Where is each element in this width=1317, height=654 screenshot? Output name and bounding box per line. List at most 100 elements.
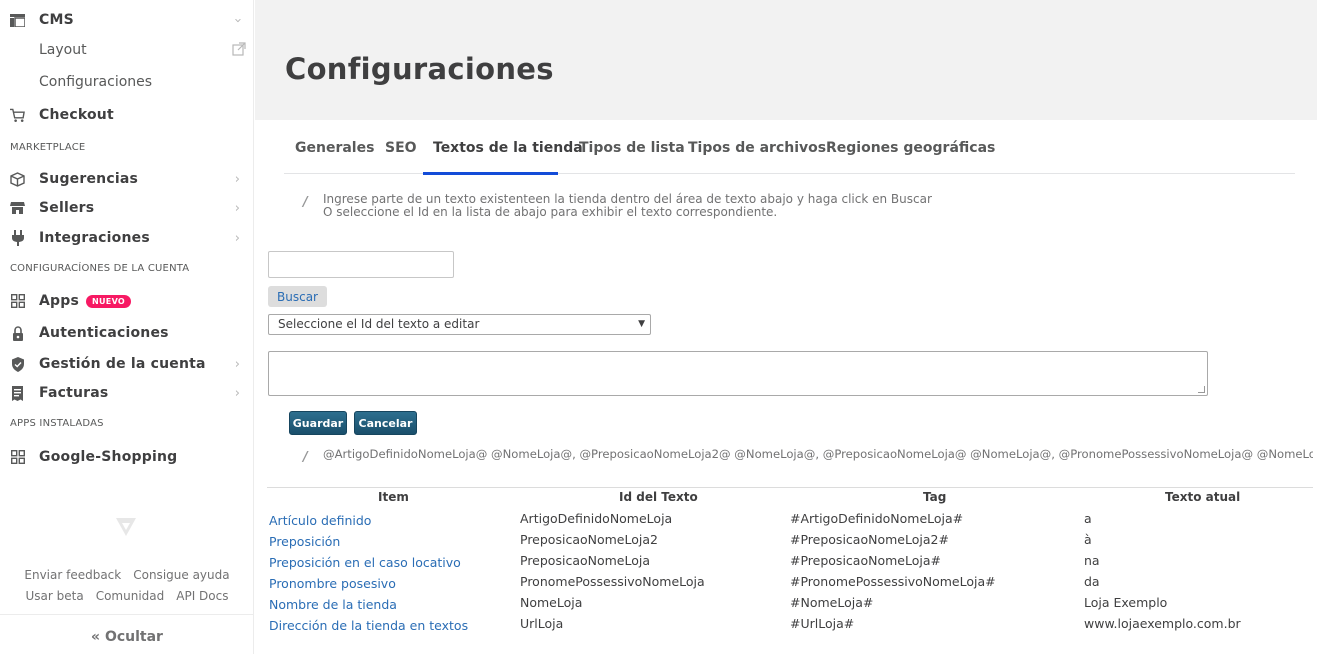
api-docs-link[interactable]: API Docs [176, 589, 228, 603]
table-header-tag: Tag [923, 490, 947, 504]
table-cell-text: na [1084, 553, 1100, 568]
community-link[interactable]: Comunidad [96, 589, 165, 603]
table-header-id: Id del Texto [619, 490, 698, 504]
table-cell-item-link[interactable]: Preposición [269, 534, 340, 549]
table-cell-id: PreposicaoNomeLoja2 [520, 532, 658, 547]
page-title: Configuraciones [285, 52, 554, 86]
variables-help-text: @ArtigoDefinidoNomeLoja@ @NomeLoja@, @Pr… [323, 448, 1313, 461]
sidebar-item-label: Sugerencias [39, 171, 139, 187]
sidebar-section-title: CONFIGURACÍONES DE LA CUENTA [10, 263, 190, 274]
chevron-right-icon: › [234, 356, 240, 372]
sidebar-item-label: Gestión de la cuenta [39, 356, 206, 372]
table-cell-text: www.lojaexemplo.com.br [1084, 616, 1241, 631]
table-cell-id: NomeLoja [520, 595, 583, 610]
resize-handle-icon[interactable] [1198, 386, 1205, 393]
table-cell-item-link[interactable]: Nombre de la tienda [269, 597, 397, 612]
text-editor-textarea[interactable] [268, 351, 1208, 396]
sidebar-item-label: Google-Shopping [39, 449, 178, 465]
info-marker-icon: / [303, 195, 308, 210]
sidebar-item-label: Sellers [39, 200, 95, 216]
table-cell-item-link[interactable]: Dirección de la tienda en textos [269, 618, 468, 633]
table-cell-text: da [1084, 574, 1100, 589]
tab-tipos-archivos[interactable]: Tipos de archivos [688, 140, 826, 156]
chevron-right-icon: › [234, 385, 240, 401]
layout-icon [10, 13, 25, 28]
chevron-right-icon: › [234, 230, 240, 246]
store-icon [10, 201, 25, 216]
apps-grid-icon [10, 450, 25, 465]
chevron-right-icon: › [234, 200, 240, 216]
sidebar-item-label: Checkout [39, 107, 114, 123]
external-link-icon [232, 41, 246, 60]
tab-seo[interactable]: SEO [385, 140, 417, 156]
tab-textos-tienda[interactable]: Textos de la tienda [433, 140, 583, 156]
dropdown-arrow-icon: ▼ [638, 319, 645, 329]
sidebar-item-sellers[interactable]: Sellers › [0, 195, 254, 221]
table-cell-item-link[interactable]: Preposición en el caso locativo [269, 555, 461, 570]
sidebar-item-label: CMS [39, 12, 74, 28]
sidebar-section-title: APPS INSTALADAS [10, 418, 104, 429]
table-cell-tag: #NomeLoja# [790, 595, 874, 610]
sidebar-item-label: Integraciones [39, 230, 150, 246]
sidebar-section-title: MARKETPLACE [10, 142, 86, 153]
table-cell-id: UrlLoja [520, 616, 564, 631]
search-button[interactable]: Buscar [268, 286, 327, 307]
sidebar-footer-links: Enviar feedback Consigue ayuda [0, 568, 254, 582]
info-marker-icon: / [303, 450, 308, 465]
plug-icon [10, 230, 25, 246]
table-cell-text: a [1084, 511, 1092, 526]
tab-generales[interactable]: Generales [295, 140, 374, 156]
sidebar-subitem-configuraciones[interactable]: Configuraciones [0, 69, 254, 95]
table-cell-item-link[interactable]: Artículo definido [269, 513, 371, 528]
sidebar-item-cms[interactable]: CMS › [0, 7, 254, 33]
vtex-logo-icon [115, 517, 137, 541]
sidebar-subitem-label: Configuraciones [39, 74, 153, 90]
chevron-right-icon: › [234, 171, 240, 187]
table-cell-item-link[interactable]: Pronombre posesivo [269, 576, 396, 591]
tab-tipos-lista[interactable]: Tipos de lista [579, 140, 685, 156]
get-help-link[interactable]: Consigue ayuda [133, 568, 229, 582]
tab-regiones[interactable]: Regiones geográficas [826, 140, 995, 156]
sidebar-item-sugerencias[interactable]: Sugerencias › [0, 166, 254, 192]
select-value: Seleccione el Id del texto a editar [278, 317, 480, 331]
sidebar-item-checkout[interactable]: Checkout [0, 102, 254, 128]
invoice-icon [10, 385, 25, 401]
cart-icon [10, 108, 25, 123]
hide-sidebar-button[interactable]: « Ocultar [0, 614, 254, 654]
table-cell-text: Loja Exemplo [1084, 595, 1168, 610]
box-icon [10, 171, 25, 187]
table-cell-id: PronomePossessivoNomeLoja [520, 574, 705, 589]
sidebar-item-facturas[interactable]: Facturas › [0, 380, 254, 406]
new-badge: NUEVO [86, 294, 132, 308]
texts-table: Item Id del Texto Tag Texto atual [267, 487, 1313, 504]
table-cell-id: ArtigoDefinidoNomeLoja [520, 511, 673, 526]
sidebar-item-google-shopping[interactable]: Google-Shopping [0, 444, 254, 470]
table-cell-id: PreposicaoNomeLoja [520, 553, 651, 568]
table-cell-tag: #ArtigoDefinidoNomeLoja# [790, 511, 964, 526]
sidebar-item-label-wrap: Apps NUEVO [39, 293, 132, 309]
table-cell-tag: #PreposicaoNomeLoja# [790, 553, 941, 568]
table-cell-text: à [1084, 532, 1092, 547]
help-text-line: O seleccione el Id en la lista de abajo … [323, 205, 778, 219]
cancel-button[interactable]: Cancelar [354, 411, 417, 435]
sidebar-item-autenticaciones[interactable]: Autenticaciones [0, 320, 254, 346]
sidebar-item-integraciones[interactable]: Integraciones › [0, 225, 254, 251]
lock-icon [10, 325, 25, 341]
send-feedback-link[interactable]: Enviar feedback [24, 568, 121, 582]
sidebar-subitem-layout[interactable]: Layout [0, 37, 254, 63]
shield-icon [10, 356, 25, 372]
table-header-item: Item [378, 490, 409, 504]
use-beta-link[interactable]: Usar beta [26, 589, 84, 603]
sidebar-item-label: Facturas [39, 385, 109, 401]
page-header: Configuraciones [255, 0, 1317, 120]
search-text-input[interactable] [268, 251, 454, 278]
sidebar-item-gestion-cuenta[interactable]: Gestión de la cuenta › [0, 351, 254, 377]
text-id-select[interactable]: Seleccione el Id del texto a editar ▼ [268, 314, 651, 335]
sidebar-item-apps[interactable]: Apps NUEVO [0, 288, 254, 314]
sidebar-item-label: Apps [39, 293, 80, 309]
table-cell-tag: #UrlLoja# [790, 616, 855, 631]
table-cell-tag: #PronomePossessivoNomeLoja# [790, 574, 996, 589]
sidebar: CMS › Layout Configuraciones Checkout MA… [0, 0, 254, 654]
save-button[interactable]: Guardar [289, 411, 347, 435]
table-cell-tag: #PreposicaoNomeLoja2# [790, 532, 949, 547]
